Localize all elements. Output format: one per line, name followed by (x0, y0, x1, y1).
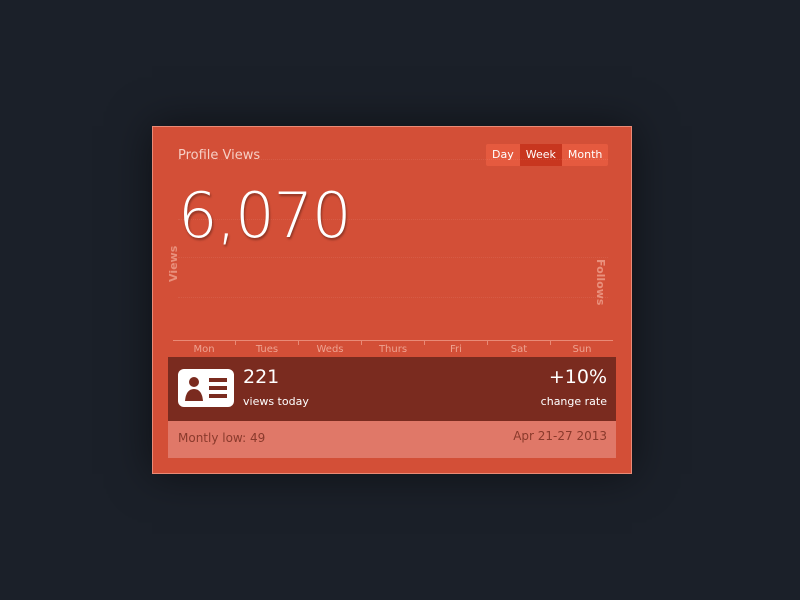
day-label: Sat (487, 341, 550, 355)
grid-line (178, 297, 608, 298)
tab-day[interactable]: Day (486, 144, 520, 166)
period-tabs: Day Week Month (486, 144, 609, 166)
grid-line (178, 159, 608, 160)
day-label: Sun (550, 341, 613, 355)
follows-axis-label: Follows (594, 259, 607, 306)
views-axis-label: Views (167, 245, 180, 282)
views-today-count: 221 (243, 366, 280, 388)
widget-title: Profile Views (178, 148, 261, 163)
tab-week[interactable]: Week (519, 144, 562, 166)
date-range: Apr 21-27 2013 (513, 429, 607, 443)
stats-bar: 221 views today +10% change rate (168, 357, 616, 421)
footer: Montly low: 49 Apr 21-27 2013 (168, 421, 616, 458)
day-label: Thurs (361, 341, 424, 355)
total-views: 6,070 (178, 179, 351, 252)
day-label: Tues (235, 341, 298, 355)
profile-views-widget: Profile Views Day Week Month 6,070 Views… (152, 126, 632, 474)
day-label: Weds (298, 341, 361, 355)
change-rate-value: +10% (548, 366, 607, 388)
day-axis: Mon Tues Weds Thurs Fri Sat Sun (173, 340, 613, 357)
monthly-low: Montly low: 49 (178, 431, 266, 445)
tab-month[interactable]: Month (562, 144, 608, 166)
day-label: Mon (193, 344, 215, 355)
day-label: Fri (424, 341, 487, 355)
change-rate-label: change rate (540, 395, 607, 408)
profile-card-icon (178, 369, 234, 407)
grid-line (178, 257, 608, 258)
views-today-label: views today (243, 395, 309, 408)
